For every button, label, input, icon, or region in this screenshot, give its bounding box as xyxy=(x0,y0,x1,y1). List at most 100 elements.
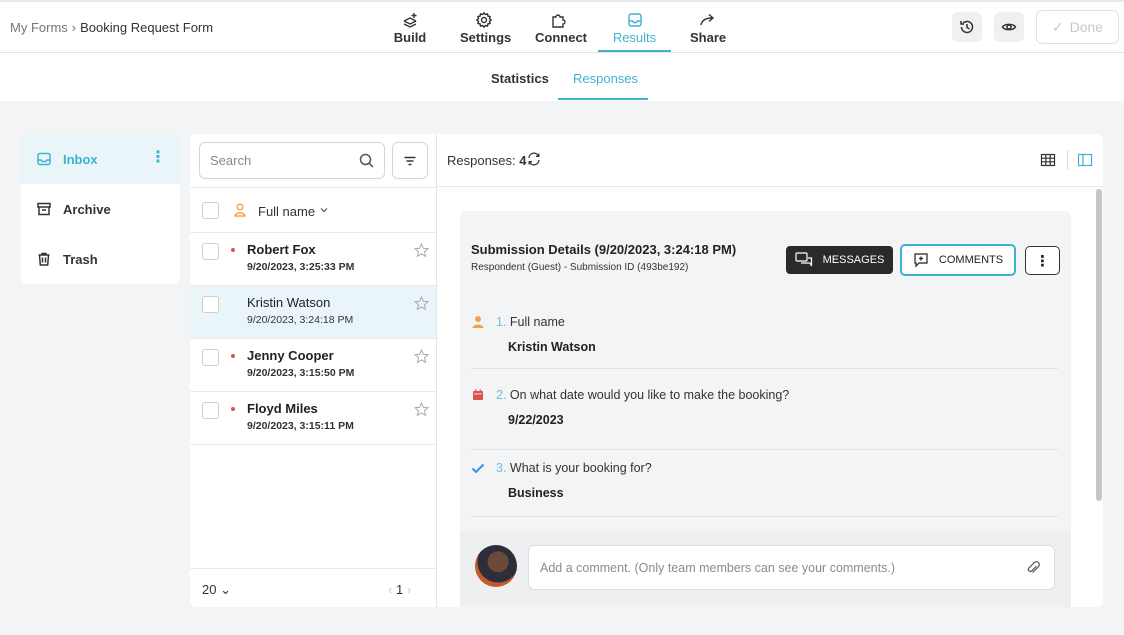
question-label: Full name xyxy=(509,315,565,329)
star-icon[interactable] xyxy=(414,296,429,311)
tab-share-label: Share xyxy=(690,30,727,45)
responses-label: Responses: xyxy=(447,153,516,168)
submission-date: 9/20/2023, 3:24:18 PM xyxy=(247,314,354,326)
folder-trash-label: Trash xyxy=(63,251,98,267)
column-sort-label[interactable]: Full name xyxy=(258,204,315,219)
question-text: 1. Full name xyxy=(496,315,565,329)
question-label: On what date would you like to make the … xyxy=(509,388,790,402)
filter-icon xyxy=(404,156,416,165)
filter-button[interactable] xyxy=(392,142,428,179)
check-icon: ✓ xyxy=(1051,18,1064,35)
messages-button[interactable]: MESSAGES xyxy=(786,246,893,274)
folder-inbox[interactable]: Inbox ⋮ xyxy=(21,134,180,184)
inbox-icon xyxy=(37,152,51,166)
done-label: Done xyxy=(1069,19,1104,35)
messages-icon xyxy=(795,252,812,267)
build-icon xyxy=(392,8,428,30)
per-page-value: 20 xyxy=(202,582,217,597)
question-text: 3. What is your booking for? xyxy=(496,461,652,475)
star-icon[interactable] xyxy=(414,349,429,364)
tab-statistics[interactable]: Statistics xyxy=(491,71,549,86)
split-view-icon[interactable] xyxy=(1077,152,1093,168)
messages-label: MESSAGES xyxy=(822,254,885,266)
question-text: 2. On what date would you like to make t… xyxy=(496,388,789,402)
comments-button[interactable]: COMMENTS xyxy=(900,244,1016,276)
next-page-icon[interactable]: › xyxy=(407,582,411,597)
search-icon[interactable] xyxy=(359,153,374,168)
answer-value: 9/22/2023 xyxy=(508,413,564,427)
tab-results[interactable]: Results xyxy=(598,8,671,52)
gear-icon xyxy=(460,8,508,30)
more-options-button[interactable]: ⋮ xyxy=(1025,246,1060,275)
folder-archive[interactable]: Archive xyxy=(21,184,180,234)
list-item[interactable]: Jenny Cooper 9/20/2023, 3:15:50 PM xyxy=(190,339,436,392)
tab-settings[interactable]: Settings xyxy=(460,8,512,52)
current-page: 1 xyxy=(395,582,404,597)
check-icon xyxy=(471,463,485,474)
tab-responses[interactable]: Responses xyxy=(573,71,638,86)
breadcrumb-parent-link[interactable]: My Forms xyxy=(10,20,68,35)
row-checkbox[interactable] xyxy=(202,243,219,260)
row-checkbox[interactable] xyxy=(202,349,219,366)
tab-connect[interactable]: Connect xyxy=(535,8,587,52)
question-number: 2. xyxy=(496,388,507,402)
history-button[interactable] xyxy=(952,12,982,42)
person-icon xyxy=(234,203,246,217)
breadcrumb: My Forms › Booking Request Form xyxy=(10,20,213,35)
list-header: Full name xyxy=(190,187,436,233)
row-checkbox[interactable] xyxy=(202,402,219,419)
share-arrow-icon xyxy=(690,8,726,30)
breadcrumb-current: Booking Request Form xyxy=(80,20,214,35)
answer-item: 3. What is your booking for? Business xyxy=(471,461,1058,517)
prev-page-icon[interactable]: ‹ xyxy=(388,582,392,597)
active-tab-indicator xyxy=(558,98,648,100)
submission-date: 9/20/2023, 3:25:33 PM xyxy=(247,261,355,273)
answer-value: Kristin Watson xyxy=(508,340,596,354)
submitter-name: Floyd Miles xyxy=(247,401,318,416)
chevron-down-icon[interactable] xyxy=(319,203,329,217)
list-item-selected[interactable]: Kristin Watson 9/20/2023, 3:24:18 PM xyxy=(190,286,436,339)
list-item[interactable]: Floyd Miles 9/20/2023, 3:15:11 PM xyxy=(190,392,436,445)
tab-results-label: Results xyxy=(612,30,657,45)
detail-header: Responses: 4 xyxy=(437,134,1103,187)
trash-icon xyxy=(38,252,50,266)
person-icon xyxy=(472,316,484,328)
submitter-name: Jenny Cooper xyxy=(247,348,334,363)
star-icon[interactable] xyxy=(414,402,429,417)
archive-icon xyxy=(37,202,51,216)
responses-count: Responses: 4 xyxy=(447,153,527,168)
folder-trash[interactable]: Trash xyxy=(21,234,180,284)
refresh-icon[interactable] xyxy=(527,152,541,166)
table-view-icon[interactable] xyxy=(1040,152,1056,168)
question-number: 3. xyxy=(496,461,507,475)
unread-dot xyxy=(231,248,235,252)
tab-share[interactable]: Share xyxy=(690,8,726,52)
scrollbar[interactable] xyxy=(1096,189,1102,501)
list-item[interactable]: Robert Fox 9/20/2023, 3:25:33 PM xyxy=(190,233,436,286)
preview-button[interactable] xyxy=(994,12,1024,42)
puzzle-icon xyxy=(535,8,583,30)
submission-date: 9/20/2023, 3:15:11 PM xyxy=(247,420,354,432)
folder-menu-icon[interactable]: ⋮ xyxy=(150,150,166,166)
comment-input[interactable] xyxy=(528,545,1055,590)
paperclip-icon[interactable] xyxy=(1026,560,1040,576)
top-bar: My Forms › Booking Request Form Build Sett… xyxy=(0,0,1124,53)
unread-dot xyxy=(231,407,235,411)
responses-count-value: 4 xyxy=(519,153,527,168)
select-all-checkbox[interactable] xyxy=(202,202,219,219)
search-input[interactable] xyxy=(200,143,350,177)
submission-meta: Respondent (Guest) - Submission ID (493b… xyxy=(471,262,689,273)
row-checkbox[interactable] xyxy=(202,296,219,313)
calendar-icon xyxy=(473,389,483,400)
per-page-select[interactable]: 20 ⌄ xyxy=(202,582,231,598)
submitter-name: Robert Fox xyxy=(247,242,316,257)
folder-archive-label: Archive xyxy=(63,201,111,217)
question-number: 1. xyxy=(496,315,507,329)
search-box xyxy=(199,142,385,179)
tab-build[interactable]: Build xyxy=(392,8,428,52)
tab-settings-label: Settings xyxy=(460,30,512,45)
star-icon[interactable] xyxy=(414,243,429,258)
done-button[interactable]: ✓ Done xyxy=(1036,10,1119,44)
tab-connect-label: Connect xyxy=(535,30,587,45)
answer-value: Business xyxy=(508,486,564,500)
